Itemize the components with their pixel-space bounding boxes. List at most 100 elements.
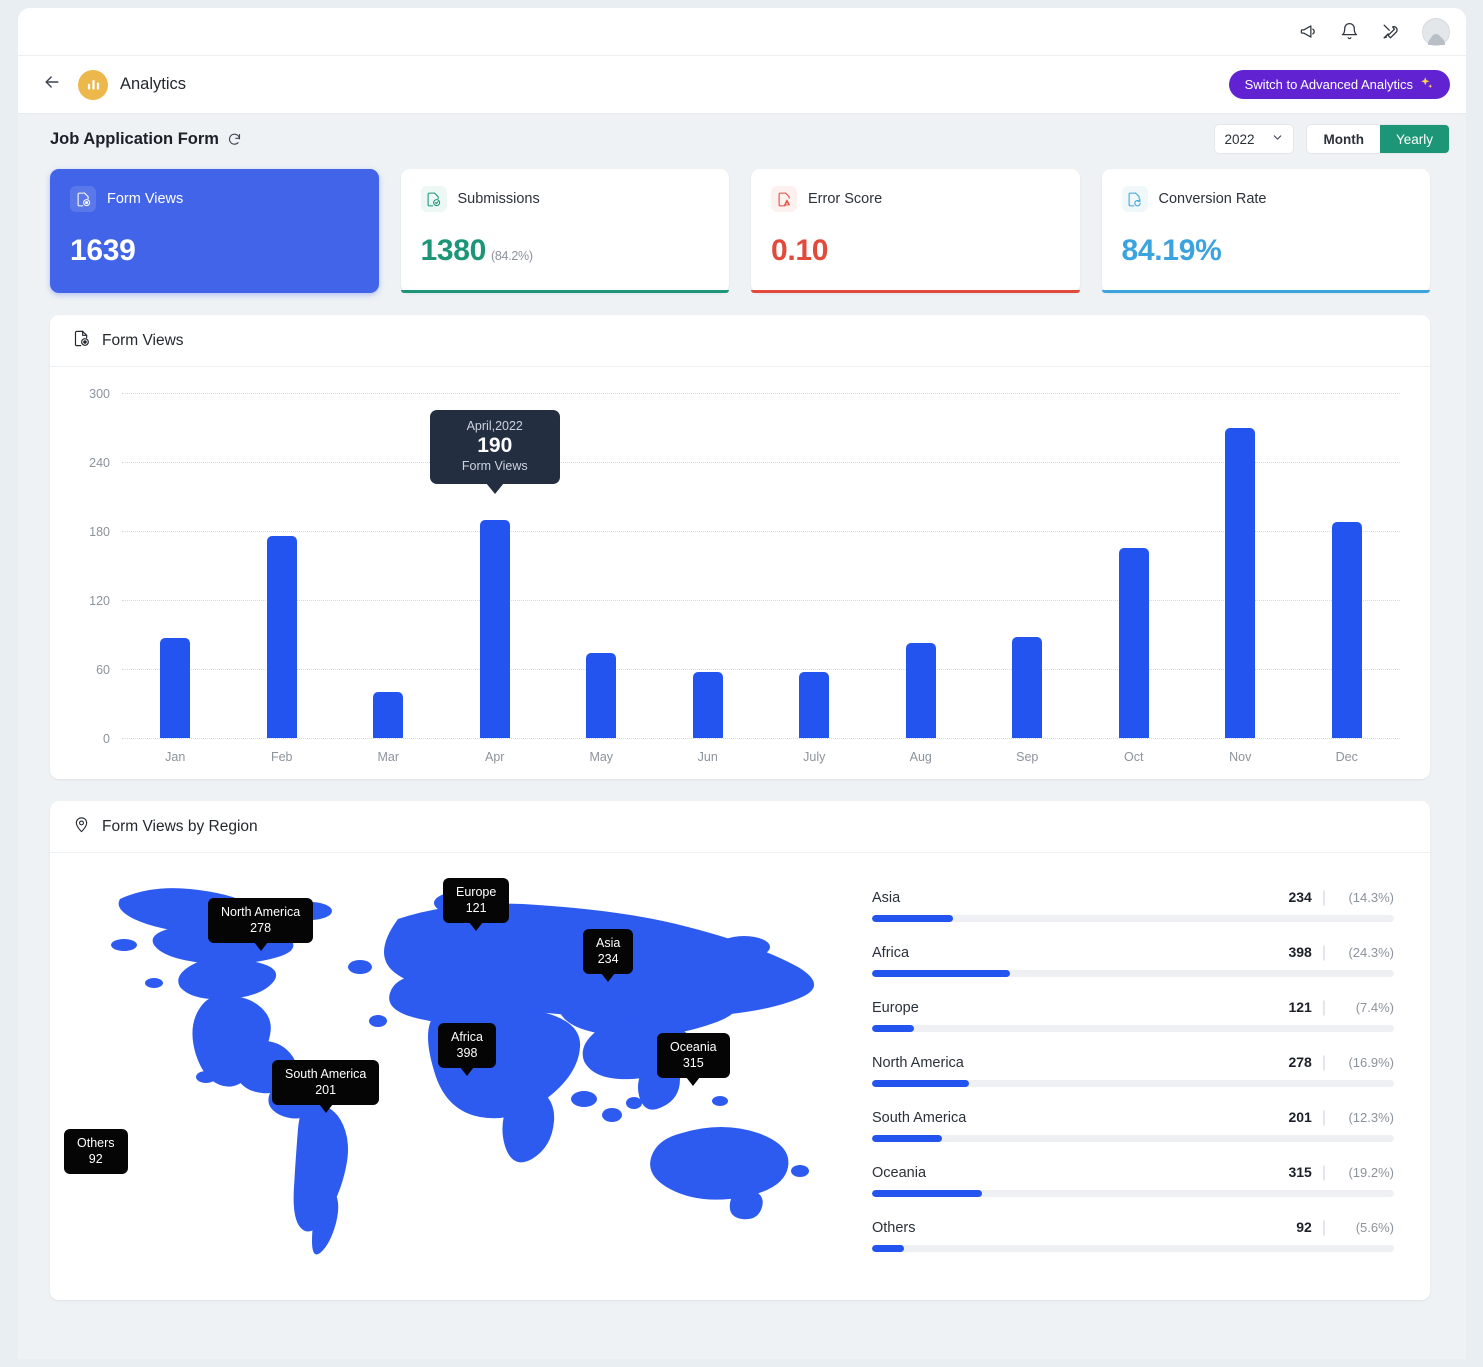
region-legend-numbers: 398|(24.3%) bbox=[1288, 944, 1394, 962]
chart-y-tick: 60 bbox=[96, 663, 110, 677]
chart-tooltip-subtitle: Form Views bbox=[446, 459, 544, 473]
map-label-name: Africa bbox=[451, 1029, 483, 1045]
map-label-tail bbox=[254, 942, 268, 951]
map-label-name: Others bbox=[77, 1135, 115, 1151]
chart-bar-column[interactable] bbox=[122, 393, 229, 738]
megaphone-icon[interactable] bbox=[1299, 22, 1318, 41]
region-legend-percent: (16.9%) bbox=[1336, 1055, 1394, 1070]
chart-bar[interactable] bbox=[160, 638, 190, 738]
chart-bar-column[interactable] bbox=[974, 393, 1081, 738]
chart-bar[interactable] bbox=[693, 672, 723, 738]
chart-bar[interactable] bbox=[373, 692, 403, 738]
range-toggle: Month Yearly bbox=[1306, 124, 1450, 154]
region-legend-track bbox=[872, 970, 1394, 977]
region-legend-track bbox=[872, 915, 1394, 922]
chart-x-label: Mar bbox=[335, 750, 442, 764]
region-legend-row: Oceania315|(19.2%) bbox=[872, 1164, 1394, 1197]
region-legend-separator: | bbox=[1322, 1219, 1326, 1237]
chart-bar-column[interactable] bbox=[655, 393, 762, 738]
map-label-africa: Africa398 bbox=[438, 1023, 496, 1068]
chart-x-label: Aug bbox=[868, 750, 975, 764]
chart-x-label: Dec bbox=[1294, 750, 1401, 764]
map-label-asia: Asia234 bbox=[583, 929, 633, 974]
kpi-card-header: Conversion Rate bbox=[1122, 186, 1411, 212]
chart-gridline: 0 bbox=[122, 738, 1400, 739]
chart-bar[interactable] bbox=[1119, 548, 1149, 738]
region-legend-name: North America bbox=[872, 1055, 964, 1071]
map-label-name: Oceania bbox=[670, 1039, 717, 1055]
kpi-card-accent-rule bbox=[1102, 290, 1431, 293]
region-legend-name: Others bbox=[872, 1220, 916, 1236]
page-navbar: Analytics Switch to Advanced Analytics bbox=[18, 56, 1466, 114]
world-map-graphic bbox=[60, 871, 850, 1271]
switch-to-advanced-analytics-button[interactable]: Switch to Advanced Analytics bbox=[1229, 70, 1450, 99]
region-panel-title: Form Views by Region bbox=[102, 818, 258, 836]
chart-bar[interactable] bbox=[1225, 428, 1255, 739]
kpi-card-submissions[interactable]: Submissions1380(84.2%) bbox=[401, 169, 730, 293]
tab-yearly[interactable]: Yearly bbox=[1380, 125, 1449, 153]
chart-bar[interactable] bbox=[586, 653, 616, 738]
kpi-card-percent: (84.2%) bbox=[491, 249, 533, 263]
map-label-north-america: North America278 bbox=[208, 898, 313, 943]
chart-bar-column[interactable] bbox=[229, 393, 336, 738]
region-legend-row: Africa398|(24.3%) bbox=[872, 944, 1394, 977]
map-label-name: North America bbox=[221, 904, 300, 920]
chart-bar[interactable] bbox=[480, 520, 510, 739]
region-legend-name: Asia bbox=[872, 890, 900, 906]
avatar[interactable] bbox=[1422, 18, 1450, 46]
location-pin-icon bbox=[72, 815, 91, 839]
region-legend-track bbox=[872, 1245, 1394, 1252]
region-legend-fill bbox=[872, 1245, 904, 1252]
region-legend-separator: | bbox=[1322, 1054, 1326, 1072]
chart-y-tick: 0 bbox=[103, 732, 110, 746]
region-legend-separator: | bbox=[1322, 889, 1326, 907]
chart-bar[interactable] bbox=[799, 672, 829, 738]
map-label-value: 315 bbox=[670, 1055, 717, 1071]
region-legend-percent: (12.3%) bbox=[1336, 1110, 1394, 1125]
kpi-card-header: Submissions bbox=[421, 186, 710, 212]
chart-bar[interactable] bbox=[1332, 522, 1362, 738]
kpi-card-row: Form Views1639Submissions1380(84.2%)Erro… bbox=[18, 164, 1466, 293]
region-legend-row: Others 92|(5.6%) bbox=[872, 1219, 1394, 1252]
kpi-card-conversion-rate[interactable]: Conversion Rate 84.19% bbox=[1102, 169, 1431, 293]
refresh-icon[interactable] bbox=[227, 132, 242, 147]
region-legend-numbers: 92|(5.6%) bbox=[1296, 1219, 1394, 1237]
back-button[interactable] bbox=[42, 72, 62, 97]
chart-bar-column[interactable] bbox=[1081, 393, 1188, 738]
region-legend-top: Africa398|(24.3%) bbox=[872, 944, 1394, 962]
chart-bar-column[interactable] bbox=[761, 393, 868, 738]
kpi-card-label: Conversion Rate bbox=[1159, 191, 1267, 207]
bell-icon[interactable] bbox=[1340, 22, 1359, 41]
chart-tooltip-tail bbox=[486, 483, 504, 494]
year-select[interactable]: 2022 bbox=[1214, 124, 1294, 154]
region-legend-value: 234 bbox=[1288, 889, 1311, 905]
tab-month[interactable]: Month bbox=[1307, 125, 1379, 153]
kpi-card-value: 84.19% bbox=[1122, 234, 1411, 268]
region-legend-fill bbox=[872, 1080, 969, 1087]
advanced-button-label: Switch to Advanced Analytics bbox=[1245, 77, 1413, 92]
region-legend-value: 398 bbox=[1288, 944, 1311, 960]
chart-bar[interactable] bbox=[906, 643, 936, 738]
kpi-card-form-views[interactable]: Form Views1639 bbox=[50, 169, 379, 293]
region-legend-top: Asia234|(14.3%) bbox=[872, 889, 1394, 907]
region-legend-separator: | bbox=[1322, 944, 1326, 962]
map-label-south-america: South America201 bbox=[272, 1060, 379, 1105]
chart-tooltip: April,2022190Form Views bbox=[430, 410, 560, 484]
tools-icon[interactable] bbox=[1381, 22, 1400, 41]
chart-bar-column[interactable] bbox=[548, 393, 655, 738]
chart-bar-column[interactable] bbox=[868, 393, 975, 738]
chart-x-label: Apr bbox=[442, 750, 549, 764]
kpi-card-label: Form Views bbox=[107, 191, 183, 207]
region-legend-numbers: 121|(7.4%) bbox=[1288, 999, 1394, 1017]
chart-bar-column[interactable] bbox=[1294, 393, 1401, 738]
chart-bar-column[interactable] bbox=[1187, 393, 1294, 738]
chart-bar[interactable] bbox=[267, 536, 297, 738]
region-legend-value: 121 bbox=[1288, 999, 1311, 1015]
chart-bar-column[interactable] bbox=[335, 393, 442, 738]
region-legend-numbers: 201|(12.3%) bbox=[1288, 1109, 1394, 1127]
region-panel-header: Form Views by Region bbox=[50, 801, 1430, 853]
kpi-card-accent-rule bbox=[751, 290, 1080, 293]
chart-bars bbox=[122, 393, 1400, 738]
chart-bar[interactable] bbox=[1012, 637, 1042, 738]
kpi-card-error-score[interactable]: Error Score0.10 bbox=[751, 169, 1080, 293]
